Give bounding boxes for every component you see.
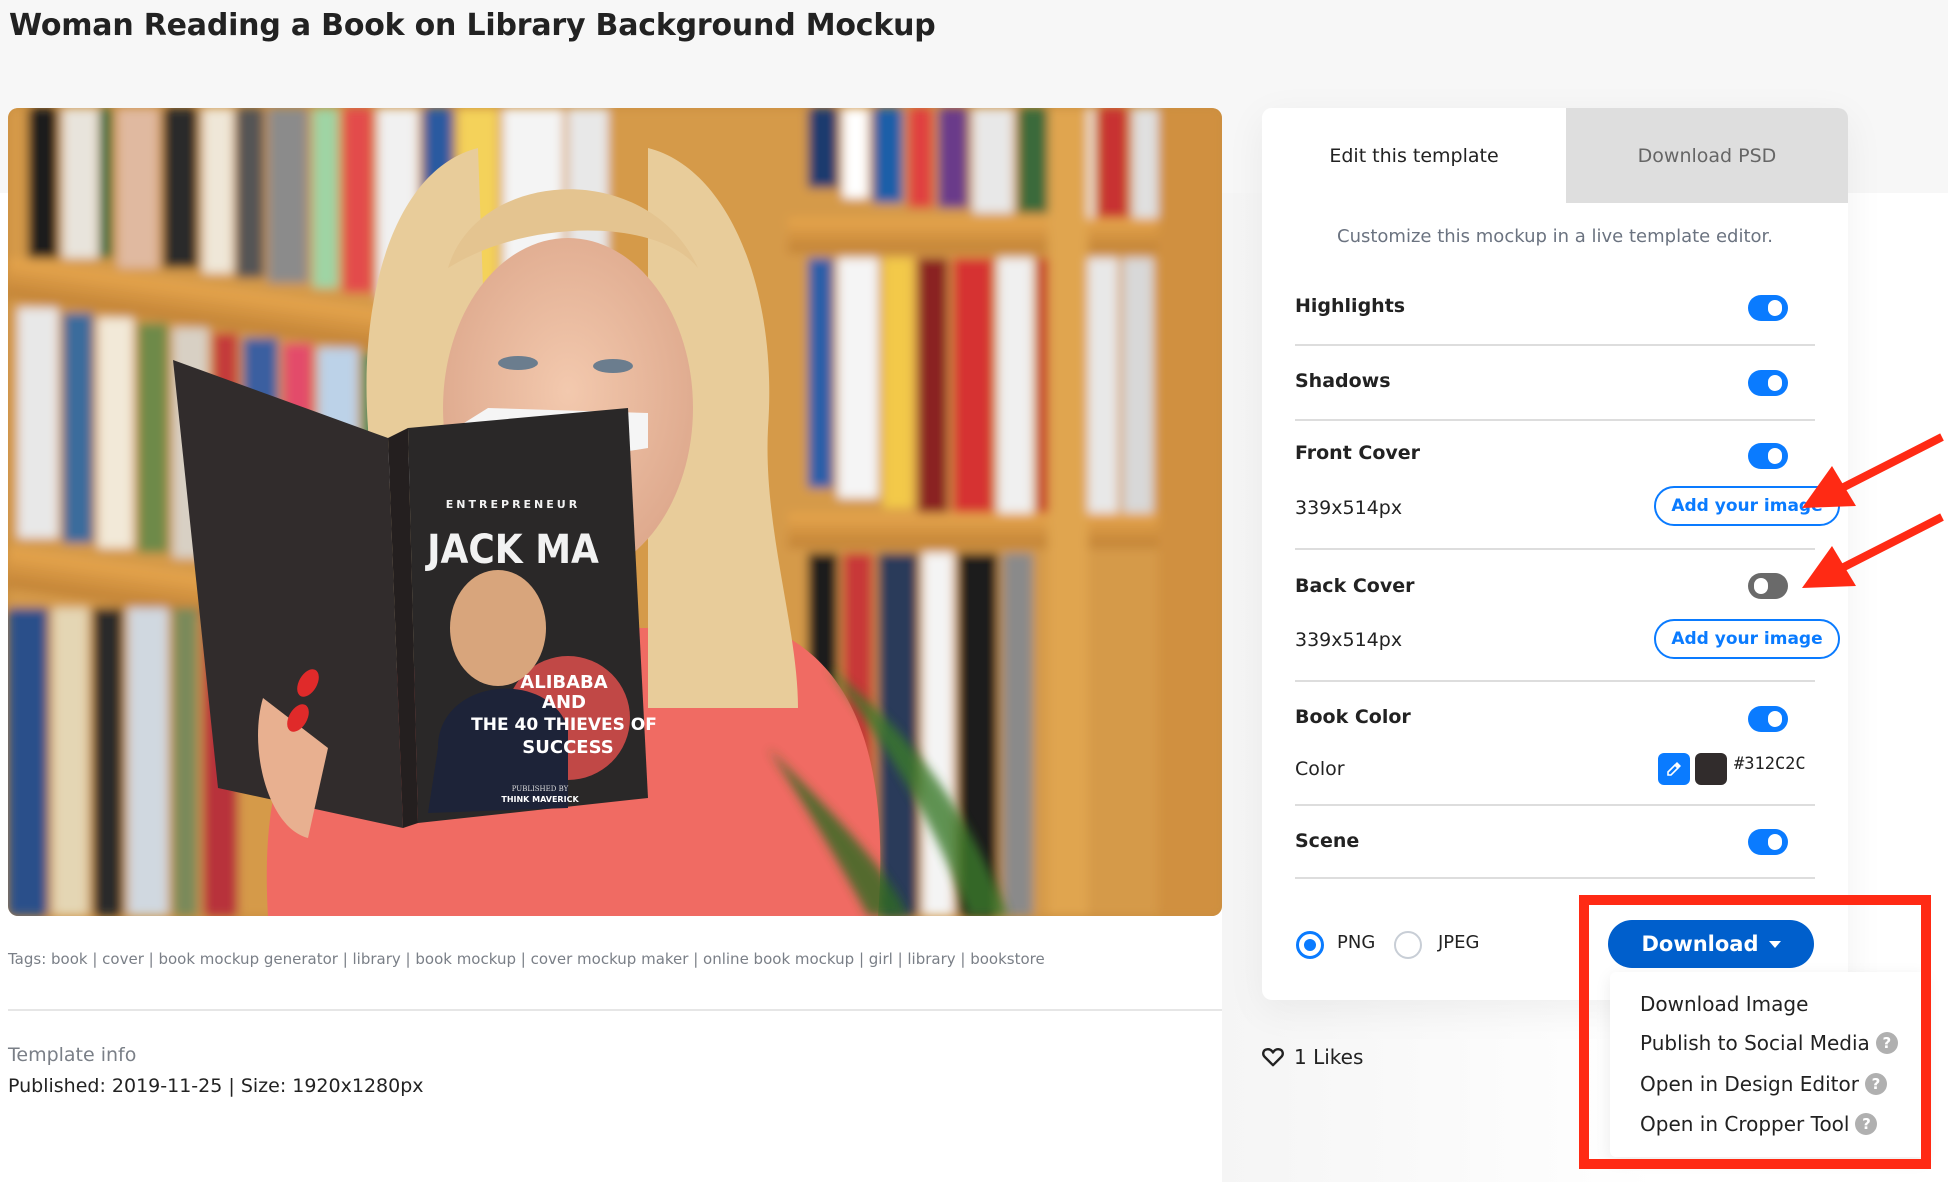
format-png-label[interactable]: PNG	[1337, 932, 1375, 953]
back-cover-size: 339x514px	[1295, 629, 1403, 651]
menu-item-label: Publish to Social Media	[1640, 1031, 1870, 1055]
book-subtitle-3: THE 40 THIEVES OF	[471, 715, 657, 735]
tags-list[interactable]: Tags: book | cover | book mockup generat…	[8, 950, 1045, 968]
menu-item-publish-social[interactable]: Publish to Social Media ?	[1640, 1031, 1898, 1055]
highlights-label: Highlights	[1295, 295, 1406, 317]
help-icon[interactable]: ?	[1855, 1113, 1878, 1135]
template-info-label: Template info	[8, 1044, 137, 1066]
color-label: Color	[1295, 758, 1345, 780]
format-jpeg-label[interactable]: JPEG	[1438, 932, 1479, 953]
divider	[1295, 877, 1815, 879]
page-title: Woman Reading a Book on Library Backgrou…	[9, 8, 936, 43]
book-mockup: ENTREPRENEUR JACK MA ALIBABA AND THE 40 …	[173, 360, 657, 828]
likes-button[interactable]: 1 Likes	[1262, 1045, 1363, 1069]
color-swatch[interactable]	[1695, 753, 1727, 785]
front-cover-add-image-button[interactable]: Add your image	[1654, 486, 1840, 526]
book-subtitle-2: AND	[542, 692, 586, 713]
caret-down-icon	[1768, 940, 1781, 948]
back-cover-label: Back Cover	[1295, 575, 1415, 597]
download-dropdown-menu: Download Image Publish to Social Media ?…	[1610, 972, 1926, 1157]
color-hex-value[interactable]: #312C2C	[1734, 754, 1806, 774]
highlights-toggle[interactable]	[1748, 295, 1788, 321]
download-button-label: Download	[1641, 932, 1759, 956]
eyedropper-icon	[1667, 762, 1681, 776]
divider	[1295, 680, 1815, 682]
back-cover-toggle[interactable]	[1748, 573, 1788, 599]
help-icon[interactable]: ?	[1875, 1032, 1898, 1054]
book-kicker: ENTREPRENEUR	[446, 498, 580, 511]
menu-item-label: Open in Cropper Tool	[1640, 1112, 1850, 1136]
book-color-label: Book Color	[1295, 706, 1411, 728]
likes-count: 1 Likes	[1294, 1045, 1364, 1069]
back-cover-add-image-button[interactable]: Add your image	[1654, 619, 1840, 659]
book-publisher: THINK MAVERICK	[501, 795, 579, 804]
book-title: JACK MA	[424, 527, 599, 573]
preview-illustration: ENTREPRENEUR JACK MA ALIBABA AND THE 40 …	[8, 108, 1222, 916]
menu-item-download-image[interactable]: Download Image	[1640, 992, 1808, 1016]
format-jpeg-radio[interactable]	[1394, 931, 1422, 959]
menu-item-open-design-editor[interactable]: Open in Design Editor ?	[1640, 1072, 1887, 1096]
mockup-preview-image: ENTREPRENEUR JACK MA ALIBABA AND THE 40 …	[8, 108, 1222, 916]
shadows-toggle[interactable]	[1748, 370, 1788, 396]
heart-icon	[1262, 1048, 1284, 1067]
front-cover-label: Front Cover	[1295, 442, 1421, 464]
book-publisher-label: PUBLISHED BY	[512, 785, 569, 793]
divider	[1295, 548, 1815, 550]
panel-description: Customize this mockup in a live template…	[1337, 226, 1773, 247]
scene-label: Scene	[1295, 830, 1360, 852]
template-editor-panel: Edit this template Download PSD Customiz…	[1262, 108, 1848, 1000]
divider	[8, 1009, 1222, 1011]
book-subtitle-4: SUCCESS	[522, 737, 613, 758]
eyedropper-button[interactable]	[1658, 753, 1690, 785]
menu-item-label: Download Image	[1640, 992, 1809, 1016]
help-icon[interactable]: ?	[1864, 1073, 1887, 1095]
front-cover-size: 339x514px	[1295, 497, 1403, 519]
menu-item-label: Open in Design Editor	[1640, 1072, 1859, 1096]
template-info-value: Published: 2019-11-25 | Size: 1920x1280p…	[8, 1075, 424, 1097]
shadows-label: Shadows	[1295, 370, 1391, 392]
tab-edit-template[interactable]: Edit this template	[1262, 108, 1566, 203]
front-cover-toggle[interactable]	[1748, 443, 1788, 469]
book-color-toggle[interactable]	[1748, 706, 1788, 732]
download-button[interactable]: Download	[1608, 920, 1814, 968]
divider	[1295, 804, 1815, 806]
scene-toggle[interactable]	[1748, 829, 1788, 855]
format-png-radio[interactable]	[1296, 931, 1324, 959]
tab-download-psd[interactable]: Download PSD	[1566, 108, 1848, 203]
divider	[1295, 419, 1815, 421]
menu-item-open-cropper[interactable]: Open in Cropper Tool ?	[1640, 1112, 1878, 1136]
divider	[1295, 344, 1815, 346]
book-subtitle-1: ALIBABA	[520, 672, 607, 693]
